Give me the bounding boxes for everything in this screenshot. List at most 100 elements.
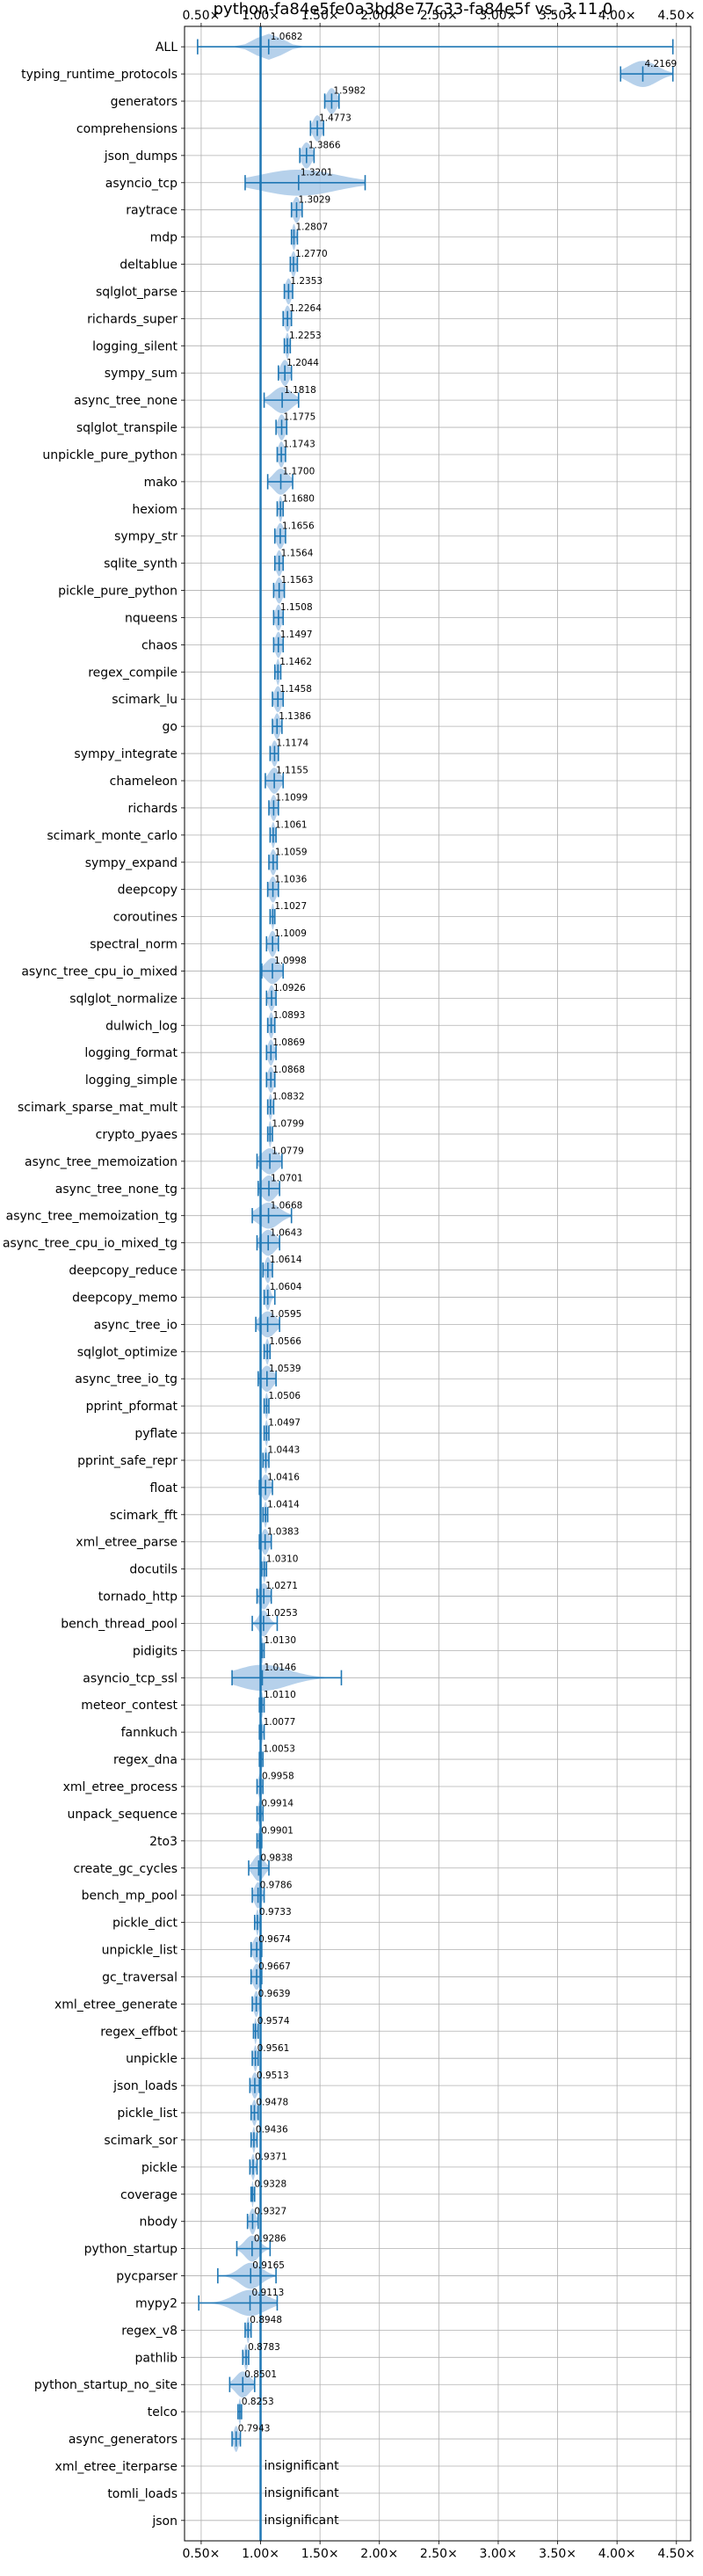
- benchmark-name-label: coverage: [120, 2188, 178, 2202]
- x-tick-label-bottom: 2.50×: [420, 2547, 458, 2561]
- benchmark-name-label: chameleon: [110, 775, 178, 789]
- benchmark-name-label: scimark_sor: [104, 2134, 178, 2148]
- speedup-data-label: 1.1099: [275, 793, 308, 804]
- speedup-data-label: 1.5982: [333, 86, 366, 97]
- speedup-data-label: 1.0926: [273, 983, 306, 993]
- benchmark-name-label: xml_etree_iterparse: [55, 2460, 178, 2474]
- benchmark-name-label: dulwich_log: [105, 1019, 178, 1033]
- benchmark-name-label: pprint_safe_repr: [77, 1454, 178, 1468]
- speedup-data-label: 1.2807: [295, 222, 328, 232]
- speedup-data-label: 4.2169: [644, 59, 677, 69]
- benchmark-name-label: telco: [148, 2405, 178, 2420]
- speedup-data-label: 0.9371: [255, 2152, 287, 2163]
- benchmark-name-label: pathlib: [135, 2351, 178, 2365]
- benchmark-name-label: scimark_lu: [112, 693, 178, 707]
- speedup-data-label: 1.2770: [295, 249, 328, 259]
- benchmark-name-label: raytrace: [126, 204, 178, 218]
- benchmark-name-label: sqlite_synth: [104, 557, 178, 571]
- benchmark-name-label: unpack_sequence: [68, 1808, 178, 1822]
- speedup-data-label: 1.0682: [271, 32, 303, 42]
- benchmark-name-label: unpickle_pure_python: [42, 448, 178, 462]
- benchmark-name-label: mdp: [150, 231, 178, 245]
- benchmark-name-label: scimark_sparse_mat_mult: [18, 1101, 178, 1115]
- speedup-data-label: 0.8948: [250, 2315, 282, 2325]
- benchmark-name-label: bench_thread_pool: [61, 1617, 178, 1631]
- x-tick-label-top: 4.50×: [657, 9, 695, 23]
- speedup-data-label: 0.9478: [256, 2098, 288, 2108]
- insignificant-label: insignificant: [265, 2514, 340, 2528]
- benchmark-name-label: async_tree_memoization: [25, 1155, 178, 1169]
- speedup-data-label: 1.0643: [270, 1227, 302, 1238]
- benchmark-name-label: sympy_str: [114, 530, 178, 544]
- speedup-data-label: 0.9561: [257, 2043, 290, 2054]
- speedup-data-label: 1.0146: [265, 1663, 297, 1673]
- benchmark-name-label: logging_simple: [85, 1073, 178, 1088]
- benchmark-name-label: pycparser: [116, 2270, 178, 2284]
- speedup-data-label: 1.1458: [279, 684, 312, 695]
- benchmark-name-label: async_tree_cpu_io_mixed_tg: [3, 1237, 178, 1251]
- benchmark-name-label: async_tree_memoization_tg: [6, 1210, 178, 1224]
- speedup-data-label: 1.4773: [319, 113, 352, 124]
- benchmark-name-label: generators: [111, 95, 178, 109]
- benchmark-name-label: regex_effbot: [100, 2025, 178, 2039]
- benchmark-name-label: meteor_contest: [81, 1699, 178, 1713]
- x-tick-label-top: 3.00×: [480, 9, 518, 23]
- benchmark-name-label: richards_super: [87, 312, 178, 326]
- speedup-data-label: 1.0893: [273, 1010, 306, 1021]
- speedup-data-label: 0.8253: [242, 2397, 274, 2407]
- speedup-data-label: 1.0595: [270, 1309, 302, 1320]
- speedup-data-label: 0.9914: [261, 1799, 294, 1809]
- benchmark-name-label: crypto_pyaes: [96, 1128, 178, 1142]
- speedup-data-label: 0.9327: [254, 2206, 286, 2216]
- speedup-data-label: 1.3029: [298, 194, 330, 205]
- speedup-data-label: 0.8501: [244, 2369, 277, 2380]
- speedup-data-label: 1.0506: [268, 1391, 301, 1401]
- speedup-data-label: 1.3201: [301, 167, 333, 178]
- benchmark-name-label: xml_etree_process: [63, 1780, 178, 1794]
- speedup-data-label: 1.1563: [281, 575, 314, 586]
- benchmark-name-label: pidigits: [133, 1644, 178, 1658]
- benchmark-name-label: pickle_dict: [112, 1917, 178, 1931]
- speedup-data-label: 0.9165: [252, 2260, 285, 2271]
- benchmark-name-label: create_gc_cycles: [73, 1862, 178, 1876]
- x-tick-label-top: 1.50×: [301, 9, 339, 23]
- benchmark-name-label: scimark_monte_carlo: [47, 829, 178, 843]
- benchmark-name-label: sqlglot_parse: [96, 285, 178, 299]
- benchmark-name-label: deltablue: [120, 258, 178, 273]
- benchmark-name-label: tomli_loads: [107, 2487, 178, 2501]
- benchmark-name-label: python_startup_no_site: [34, 2378, 178, 2392]
- x-tick-label-bottom: 4.00×: [598, 2547, 636, 2561]
- speedup-data-label: 1.0614: [270, 1255, 302, 1265]
- x-tick-label-top: 4.00×: [598, 9, 636, 23]
- speedup-data-label: 1.0701: [271, 1173, 303, 1183]
- speedup-data-label: 0.9513: [257, 2070, 289, 2081]
- benchmark-name-label: pickle_pure_python: [58, 585, 178, 599]
- benchmark-name-label: deepcopy: [118, 884, 178, 898]
- benchmark-name-label: spectral_norm: [90, 938, 178, 952]
- benchmark-name-label: deepcopy_reduce: [69, 1264, 178, 1278]
- benchmark-name-label: sympy_sum: [105, 367, 178, 381]
- speedup-data-label: 1.1009: [274, 928, 307, 939]
- benchmark-name-label: pprint_pformat: [86, 1400, 178, 1414]
- benchmark-name-label: logging_format: [84, 1046, 178, 1060]
- speedup-data-label: 1.0779: [272, 1146, 304, 1157]
- x-tick-label-bottom: 0.50×: [182, 2547, 220, 2561]
- benchmark-name-label: chaos: [141, 638, 178, 652]
- speedup-data-label: 1.1656: [282, 520, 315, 531]
- speedup-data-label: 0.9674: [258, 1934, 291, 1945]
- benchmark-name-label: typing_runtime_protocols: [21, 68, 178, 82]
- benchmark-name-label: tornado_http: [98, 1590, 178, 1605]
- benchmark-name-label: gc_traversal: [102, 1970, 178, 1984]
- benchmark-name-label: async_generators: [69, 2433, 178, 2447]
- benchmark-name-label: sqlglot_optimize: [77, 1345, 178, 1359]
- speedup-data-label: 1.0110: [264, 1690, 296, 1700]
- speedup-data-label: 1.0443: [268, 1445, 301, 1456]
- benchmark-name-label: sympy_integrate: [74, 747, 178, 761]
- benchmark-name-label: go: [163, 720, 178, 734]
- speedup-data-label: 0.9574: [257, 2016, 290, 2027]
- benchmark-name-label: json_loads: [112, 2079, 178, 2093]
- x-tick-label-top: 2.00×: [360, 9, 398, 23]
- benchmark-name-label: hexiom: [132, 503, 178, 517]
- benchmark-name-label: xml_etree_generate: [54, 1997, 178, 2012]
- speedup-data-label: 1.1775: [284, 412, 316, 423]
